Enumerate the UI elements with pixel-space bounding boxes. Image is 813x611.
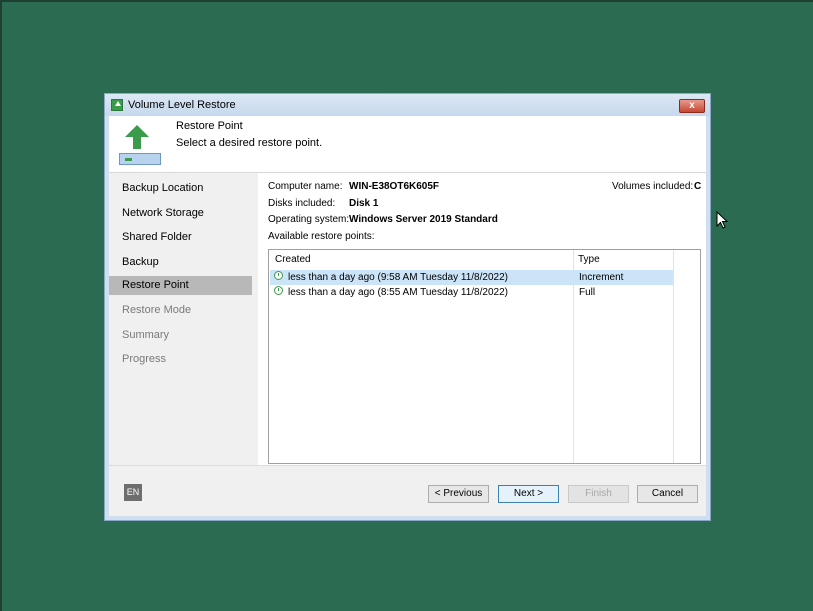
computer-name-value: WIN-E38OT6K605F — [349, 181, 440, 192]
disks-included-value: Disk 1 — [349, 198, 379, 209]
row-created: less than a day ago (9:58 AM Tuesday 11/… — [288, 272, 508, 283]
close-button[interactable]: x — [679, 99, 705, 113]
language-indicator[interactable]: EN — [124, 484, 142, 501]
desktop-edge-top — [0, 0, 813, 2]
mouse-cursor-icon — [716, 211, 728, 229]
step-title: Restore Point — [176, 120, 243, 132]
wizard-header: Restore Point Select a desired restore p… — [109, 116, 706, 173]
wizard-footer: EN < Previous Next > Finish Cancel — [109, 465, 706, 516]
wizard-steps-sidebar: Backup Location Network Storage Shared F… — [109, 173, 258, 465]
volume-restore-window: Volume Level Restore x Restore Point Sel… — [104, 93, 711, 521]
sidebar-item-network-storage[interactable]: Network Storage — [109, 204, 252, 223]
wizard-client-area: Restore Point Select a desired restore p… — [109, 116, 706, 516]
sidebar-item-shared-folder[interactable]: Shared Folder — [109, 228, 252, 247]
restore-points-table[interactable]: Created Type less than a day ago (9:58 A… — [268, 249, 701, 464]
veeam-restore-icon — [111, 99, 123, 111]
next-button[interactable]: Next > — [498, 485, 559, 503]
column-separator — [673, 250, 674, 463]
volumes-included-label: Volumes included: — [612, 181, 694, 192]
disks-included-label: Disks included: — [268, 198, 336, 209]
row-type: Full — [579, 287, 596, 298]
table-row[interactable]: less than a day ago (9:58 AM Tuesday 11/… — [270, 270, 673, 285]
available-restore-points-label: Available restore points: — [268, 231, 375, 242]
operating-system-value: Windows Server 2019 Standard — [349, 214, 498, 225]
cancel-button[interactable]: Cancel — [637, 485, 698, 503]
row-type: Increment — [579, 272, 624, 283]
volumes-included-value: C — [694, 181, 702, 192]
title-bar[interactable]: Volume Level Restore x — [105, 94, 710, 116]
disk-icon — [119, 153, 161, 165]
up-arrow-icon — [125, 125, 149, 149]
table-row[interactable]: less than a day ago (8:55 AM Tuesday 11/… — [270, 285, 673, 300]
sidebar-item-progress: Progress — [122, 353, 167, 365]
sidebar-item-restore-point[interactable]: Restore Point — [109, 276, 252, 295]
restore-point-clock-icon — [274, 271, 283, 280]
column-header-created[interactable]: Created — [275, 250, 311, 269]
operating-system-label: Operating system: — [268, 214, 350, 225]
restore-point-clock-icon — [274, 286, 283, 295]
previous-button[interactable]: < Previous — [428, 485, 489, 503]
finish-button: Finish — [568, 485, 629, 503]
column-header-type[interactable]: Type — [578, 250, 600, 269]
row-created: less than a day ago (8:55 AM Tuesday 11/… — [288, 287, 508, 298]
sidebar-item-summary: Summary — [122, 329, 170, 341]
window-title: Volume Level Restore — [128, 99, 236, 111]
computer-name-label: Computer name: — [268, 181, 343, 192]
step-description: Select a desired restore point. — [176, 137, 323, 149]
sidebar-item-restore-mode: Restore Mode — [122, 304, 192, 316]
sidebar-item-backup[interactable]: Backup — [109, 253, 252, 272]
desktop-edge — [0, 0, 2, 611]
sidebar-item-backup-location[interactable]: Backup Location — [109, 179, 252, 198]
